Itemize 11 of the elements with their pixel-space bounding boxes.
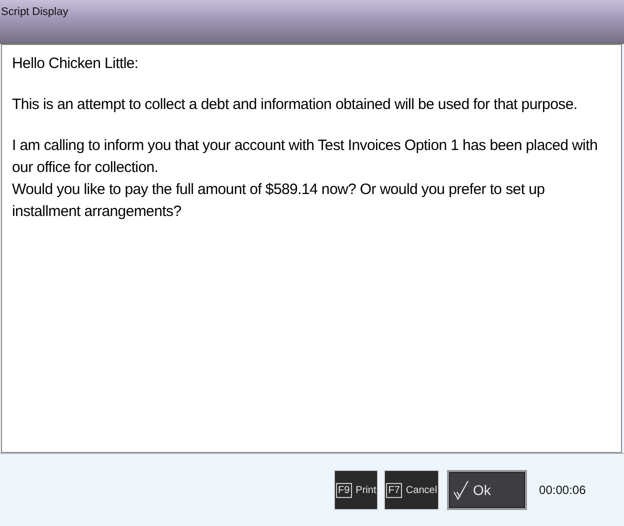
- window-title: Script Display: [0, 5, 68, 18]
- script-paragraph: This is an attempt to collect a debt and information obtained will be used for that purpose.: [12, 95, 578, 115]
- elapsed-timer: 00:00:06: [539, 483, 586, 497]
- ok-button[interactable]: Ok: [447, 470, 528, 510]
- script-paragraph: I am calling to inform you that your account with Test Invoices Option 1 has been placed with our office for collection. Would you like to pay the full amount of $589.14 now? Or would you prefer to set up installment arrangements?: [12, 136, 598, 222]
- checkmark-icon: [453, 480, 470, 500]
- key-button[interactable]: F7 Cancel: [384, 470, 440, 510]
- script-paragraph: Hello Chicken Little:: [12, 54, 140, 74]
- function-key-icon: F9: [336, 482, 352, 498]
- function-key-icon: F7: [386, 482, 402, 498]
- key-button[interactable]: F9 Print: [334, 470, 378, 510]
